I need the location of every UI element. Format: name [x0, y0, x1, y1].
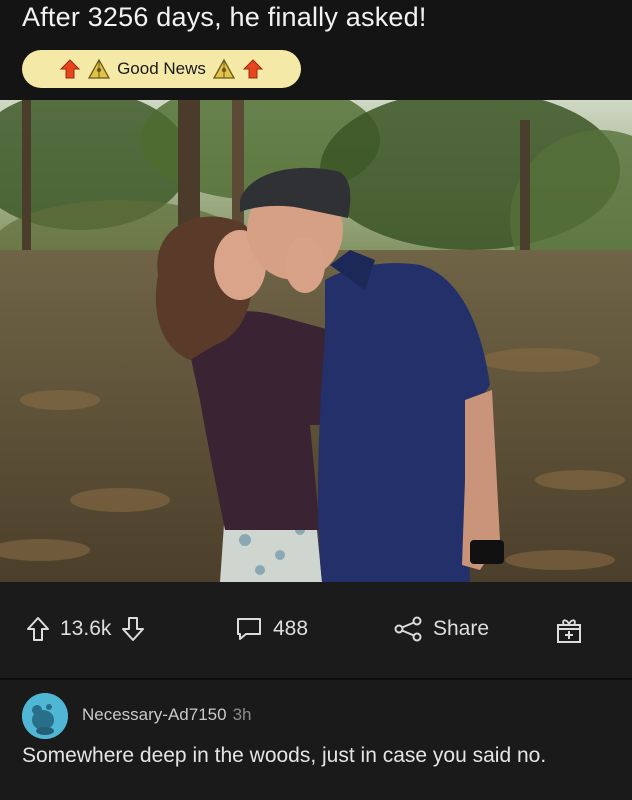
pyramid-icon: [212, 58, 236, 79]
snoo-avatar-icon: [22, 693, 68, 739]
pyramid-icon: [87, 58, 111, 79]
share-icon: [394, 616, 422, 642]
upvote-arrow-icon: [242, 59, 264, 79]
post-header: After 3256 days, he finally asked! Good …: [0, 0, 632, 100]
gift-award-icon: [557, 619, 581, 643]
award-button[interactable]: [556, 616, 582, 644]
upvote-arrow-icon: [59, 59, 81, 79]
flair-label: Good News: [117, 59, 206, 78]
share-label: Share: [433, 617, 490, 640]
upvote-arrow-icon[interactable]: [26, 616, 50, 642]
share-button[interactable]: Share: [393, 616, 489, 642]
comment-author[interactable]: Necessary-Ad7150: [82, 705, 227, 724]
post-flair[interactable]: Good News: [22, 50, 301, 88]
comment-bubble-icon: [237, 618, 261, 640]
comment-age: 3h: [232, 705, 252, 724]
avatar[interactable]: [22, 693, 68, 739]
comment-count: 488: [273, 617, 309, 640]
post-image[interactable]: [0, 100, 632, 582]
comment-body: Somewhere deep in the woods, just in cas…: [22, 744, 547, 767]
comment-meta: Necessary-Ad7150 3h: [82, 705, 252, 725]
comments-button[interactable]: 488: [235, 616, 308, 642]
couple-kissing-in-forest-photo: [0, 100, 632, 582]
vote-count: 13.6k: [60, 617, 112, 640]
top-comment: Necessary-Ad7150 3h Somewhere deep in the…: [0, 680, 632, 800]
downvote-arrow-icon[interactable]: [121, 616, 145, 642]
post-title[interactable]: After 3256 days, he finally asked!: [22, 2, 427, 33]
post-action-bar: 13.6k 488 Share: [0, 582, 632, 678]
vote-control: 13.6k: [26, 616, 145, 642]
